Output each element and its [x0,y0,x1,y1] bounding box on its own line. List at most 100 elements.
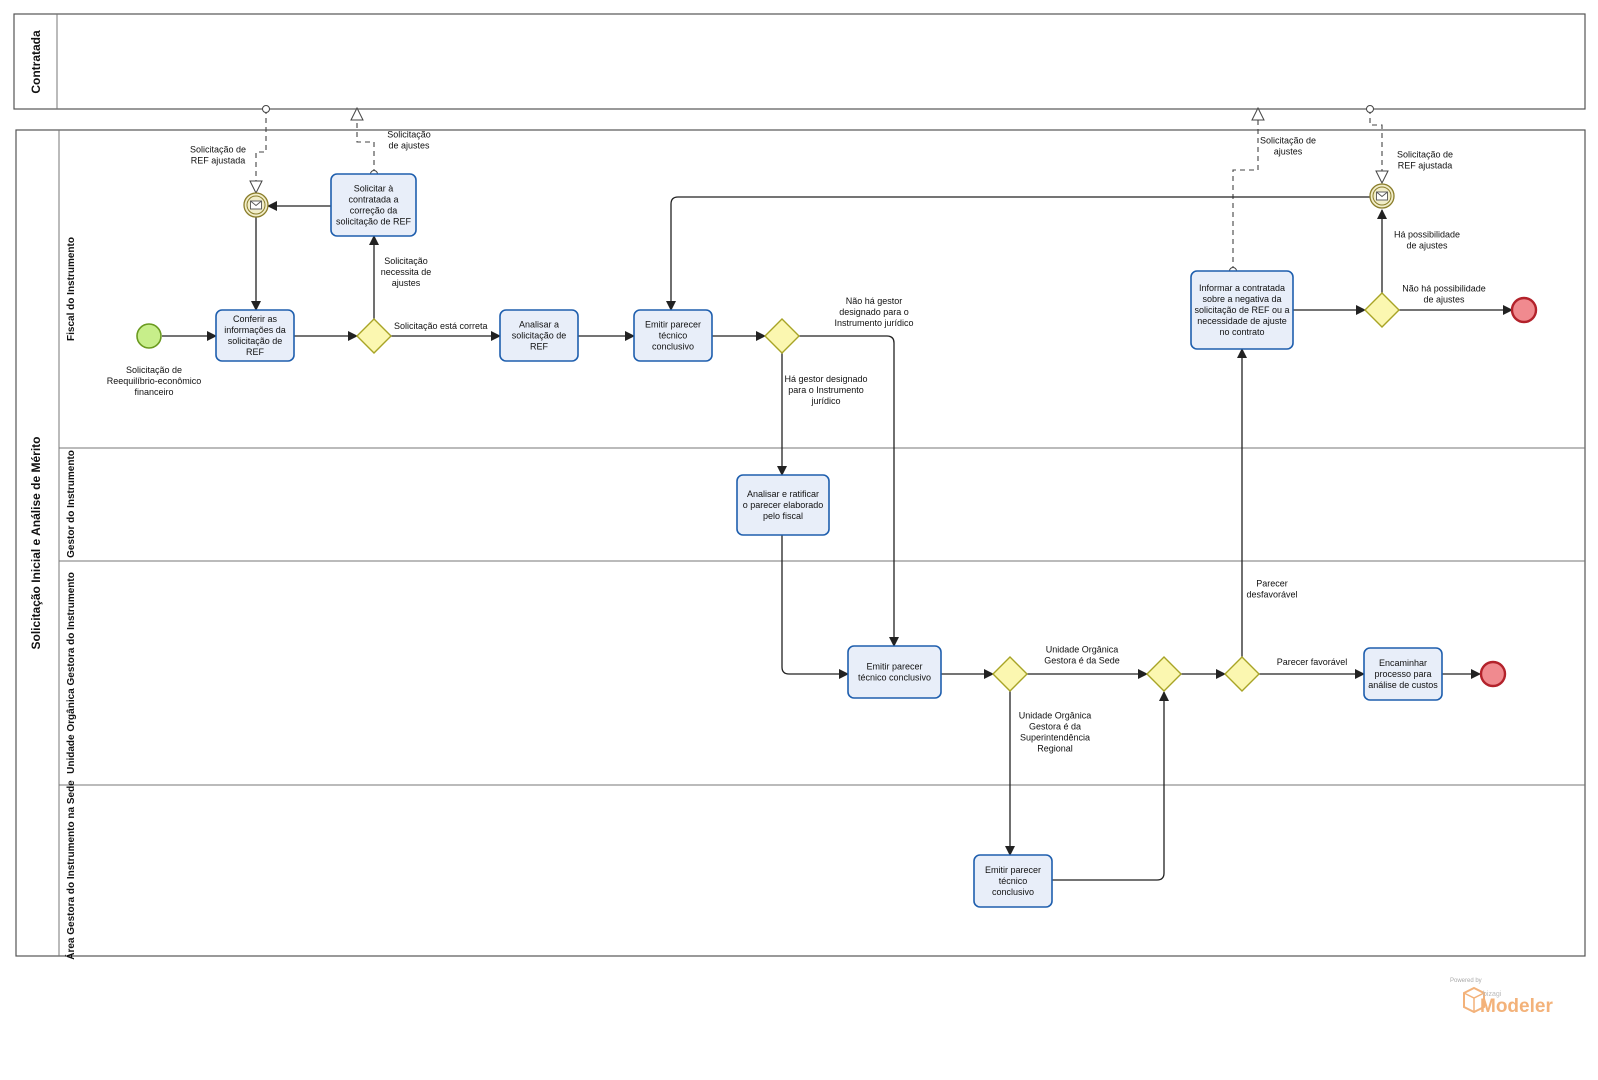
gateway-3[interactable] [992,656,1028,692]
lane-area-label: Área Gestora do Instrumento na Sede [64,780,77,960]
task-informar[interactable]: Informar a contratada sobre a negativa da… [1190,270,1294,350]
label-line: informações da [224,325,286,335]
task-ratificar[interactable]: Analisar e ratificar o parecer elaborado p… [736,474,830,536]
label-line: técnico [999,876,1028,886]
gateway-condition-label: Parecer favorável [1277,657,1348,667]
bpmn-diagram: Contratada Solicitação Inicial e Análise… [13,13,1586,1017]
message-flow-ajustes-left [357,109,375,174]
label-line: correção da [350,206,398,216]
label-line: necessita de [381,267,432,277]
gateway-condition-label: Parecer desfavorável [1246,579,1297,600]
message-label: Solicitação de ajustes [1260,136,1316,157]
start-event-label: Solicitação de Reequilíbrio-econômico fina… [107,365,202,397]
label-line: Superintendência [1020,733,1090,743]
label-line: Analisar e ratificar [747,489,819,499]
label-line: Analisar a [519,320,559,330]
label-line: Solicitação de [190,145,246,155]
gateway-6[interactable] [1364,292,1400,328]
task-emitir-parecer-sede[interactable]: Emitir parecer técnico conclusivo [973,854,1053,908]
label-line: Unidade Orgânica [1046,645,1119,655]
label-line: jurídico [810,396,840,406]
label-line: Solicitação de [1260,136,1316,146]
label-line: Solicitar à [354,184,394,194]
gateway-2[interactable] [764,318,800,354]
label-line: Informar a contratada [1199,283,1285,293]
task-solicitar[interactable]: Solicitar à contratada a correção da solici… [330,173,417,237]
label-line: financeiro [134,387,173,397]
start-event[interactable] [136,323,162,349]
gateway-condition-label: Não há gestor designado para o Instrumento… [834,296,913,328]
label-line: Unidade Orgânica [1019,711,1092,721]
pool-contratada: Contratada [13,13,1586,110]
flow-ratificar-emitir2 [781,535,849,679]
label-line: técnico [659,331,688,341]
task-analisar[interactable]: Analisar a solicitação de REF [499,309,579,362]
lane-fiscal-label: Fiscal do Instrumento [66,237,77,341]
label-line: de ajustes [1406,241,1448,251]
task-emitir-parecer-fiscal[interactable]: Emitir parecer técnico conclusivo [633,309,713,362]
task-encaminhar[interactable]: Encaminhar processo para análise de custos [1363,647,1443,701]
message-catch-event-icon[interactable] [1369,183,1395,209]
label-line: REF [530,342,549,352]
label-line: solicitação de REF ou a [1194,305,1289,315]
lane-gestor-label: Gestor do Instrumento [66,450,77,558]
message-flow-origin [262,105,270,113]
gateway-condition-label: Unidade Orgânica Gestora é da Superintendê… [1019,711,1092,754]
gateway-condition-label: Solicitação necessita de ajustes [381,256,432,288]
label-line: Emitir parecer [645,320,701,330]
label-line: Solicitação [384,256,428,266]
gateway-1[interactable] [356,318,392,354]
gateway-condition-label: Não há possibilidade de ajustes [1402,284,1486,305]
watermark-product: Modeler [1480,996,1553,1017]
label-line: desfavorável [1246,590,1297,600]
label-line: solicitação de REF [336,217,412,227]
label-line: Conferir as [233,314,278,324]
label-line: designado para o [839,307,909,317]
label-line: técnico conclusivo [858,673,931,683]
label-line: sobre a negativa da [1202,294,1281,304]
label-line: Reequilíbrio-econômico [107,376,202,386]
label-line: Emitir parecer [866,662,922,672]
sequence-flows [162,196,1513,881]
message-label: Solicitação de REF ajustada [190,145,246,166]
watermark-powered: Powered by [1450,978,1482,984]
gateway-5[interactable] [1224,656,1260,692]
end-event[interactable] [1479,660,1507,688]
label-line: necessidade de ajuste [1197,316,1287,326]
label-line: Parecer [1256,579,1288,589]
label-line: Há gestor designado [784,374,867,384]
label-line: Solicitação de [126,365,182,375]
message-label: Solicitação de REF ajustada [1397,150,1453,171]
label-line: no contrato [1219,327,1264,337]
label-line: processo para [1374,669,1431,679]
label-line: Emitir parecer [985,865,1041,875]
message-flow-origin [1366,105,1374,113]
label-line: Solicitação [387,130,431,140]
message-flow-ref-ajustada-right [1369,109,1382,182]
label-line: Gestora é da [1029,722,1081,732]
gateway-condition-label: Há possibilidade de ajustes [1394,230,1460,251]
gateway-4[interactable] [1146,656,1182,692]
label-line: pelo fiscal [763,511,803,521]
label-line: de ajustes [1423,295,1465,305]
pool-main: Solicitação Inicial e Análise de Mérito … [15,129,1586,960]
pool-main-label: Solicitação Inicial e Análise de Mérito [29,437,43,650]
task-emitir-parecer-unidade[interactable]: Emitir parecer técnico conclusivo [847,645,942,699]
label-line: Parecer favorável [1277,657,1348,667]
label-line: solicitação de [512,331,567,341]
label-line: Não há gestor [846,296,903,306]
label-line: REF [246,347,265,357]
label-line: conclusivo [652,342,694,352]
label-line: Há possibilidade [1394,230,1460,240]
message-flow-ajustes-right [1232,109,1258,271]
label-line: solicitação de [228,336,283,346]
message-catch-event-icon[interactable] [243,192,269,218]
label-line: ajustes [1274,147,1303,157]
label-line: Instrumento jurídico [834,318,913,328]
label-line: Solicitação está correta [394,321,488,331]
label-line: para o Instrumento [788,385,864,395]
end-event[interactable] [1510,296,1538,324]
label-line: contratada a [348,195,398,205]
label-line: ajustes [392,278,421,288]
task-conferir[interactable]: Conferir as informações da solicitação de R… [215,309,295,362]
